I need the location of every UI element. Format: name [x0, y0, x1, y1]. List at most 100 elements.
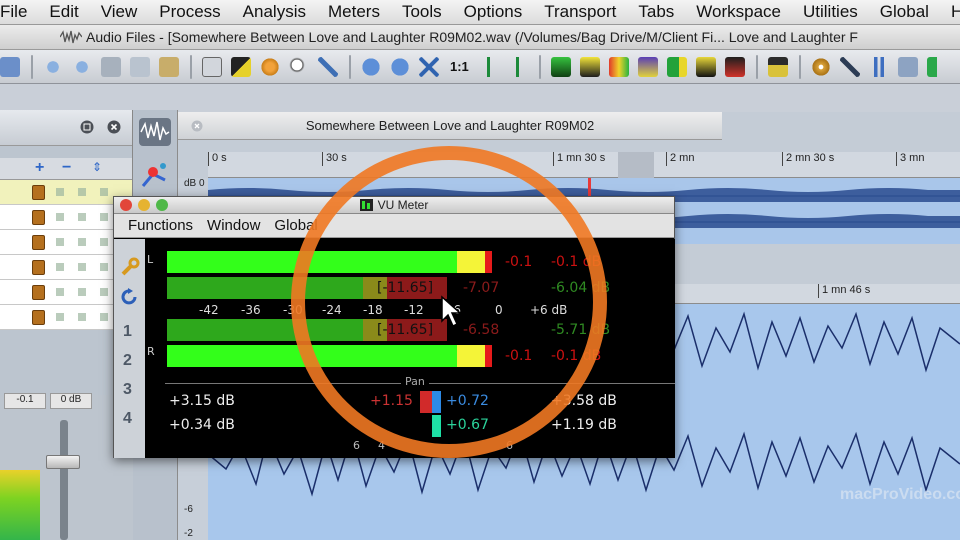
menu-utilities[interactable]: Utilities — [803, 2, 858, 22]
pan-scale-tick: 4 — [378, 439, 385, 452]
pencil-icon[interactable] — [318, 56, 338, 77]
row2-pan-right: +0.67 — [446, 417, 489, 433]
cd-icon[interactable] — [810, 56, 831, 77]
menu-workspace[interactable]: Workspace — [696, 2, 781, 22]
copy-files-icon[interactable] — [0, 56, 20, 77]
menu-view[interactable]: View — [101, 2, 138, 22]
menu-transport[interactable]: Transport — [544, 2, 616, 22]
level-meter-icon[interactable] — [666, 56, 687, 77]
vu-meter-title-bar[interactable]: VU Meter — [114, 197, 674, 214]
spectrum-icon[interactable] — [550, 56, 571, 77]
toolbar-separator — [538, 54, 541, 79]
zoom-tool-icon[interactable] — [289, 56, 309, 77]
redo-icon[interactable] — [72, 56, 92, 77]
vu-menu-window[interactable]: Window — [207, 217, 260, 234]
right-peak-value: -0.1 — [505, 348, 533, 364]
color-picker-icon[interactable] — [231, 56, 251, 77]
left-rms-bar — [167, 277, 363, 299]
ratio-button[interactable]: 1:1 — [450, 59, 469, 74]
menu-edit[interactable]: Edit — [49, 2, 78, 22]
close-icon[interactable] — [107, 120, 121, 134]
back-arrow-icon[interactable] — [361, 56, 381, 77]
plugin-chain-icon[interactable] — [767, 56, 788, 77]
spectrogram-icon[interactable] — [637, 56, 658, 77]
row1-left-db: +3.15 dB — [169, 393, 235, 409]
left-rms-bracket: [-11.65] — [377, 280, 434, 296]
scale-tick: -30 — [283, 303, 303, 317]
forward-arrow-icon[interactable] — [390, 56, 410, 77]
cut-icon[interactable] — [101, 56, 121, 77]
vu-menu-functions[interactable]: Functions — [128, 217, 193, 234]
ruler-tick: 1 mn 30 s — [553, 152, 605, 166]
minimize-button[interactable] — [138, 199, 150, 211]
reset-icon[interactable] — [120, 287, 140, 307]
pan-label: Pan — [401, 375, 429, 388]
time-ruler[interactable]: 0 s 30 s 1 mn 30 s 2 mn 2 mn 30 s 3 mn — [208, 152, 960, 178]
scale-tick: +6 dB — [530, 303, 568, 317]
meter-icon[interactable] — [579, 56, 600, 77]
preset-1[interactable]: 1 — [123, 323, 132, 341]
menu-analysis[interactable]: Analysis — [243, 2, 306, 22]
preset-4[interactable]: 4 — [123, 410, 132, 428]
pan-scale-tick: 6 — [353, 439, 360, 452]
ruler-tick: 3 mn — [896, 152, 924, 166]
vu-meter-body: L R -0.1 -0.1 dB [-11.65] -7.07 -6.04 dB… — [145, 239, 675, 458]
vu-menu-global[interactable]: Global — [274, 217, 317, 234]
text-cursor-icon[interactable] — [202, 56, 222, 77]
pan-scale-tick: 6 — [506, 439, 513, 452]
undo-icon[interactable] — [43, 56, 63, 77]
disc-icon[interactable] — [260, 56, 280, 77]
close-button[interactable] — [120, 199, 132, 211]
ruler-tick: 2 mn 30 s — [782, 152, 834, 166]
close-icon[interactable] — [191, 120, 203, 132]
split-up-icon[interactable] — [478, 56, 499, 77]
preset-3[interactable]: 3 — [123, 381, 132, 399]
db-label: -6 — [184, 504, 193, 515]
wrench-icon[interactable] — [120, 257, 140, 277]
sort-icon[interactable]: ⇕ — [92, 160, 102, 174]
menu-global[interactable]: Global — [880, 2, 929, 22]
file-box-icon — [32, 260, 45, 275]
pause-icon[interactable] — [868, 56, 889, 77]
menu-tabs[interactable]: Tabs — [638, 2, 674, 22]
cross-icon[interactable] — [419, 56, 439, 77]
fullscreen-icon[interactable] — [80, 120, 94, 134]
play-icon[interactable] — [926, 56, 947, 77]
fader-value-left[interactable]: -0.1 — [4, 393, 46, 409]
spectral-tool-icon[interactable] — [139, 160, 171, 190]
file-box-icon — [32, 185, 45, 200]
remove-icon[interactable]: − — [62, 159, 71, 177]
fader-value-right[interactable]: 0 dB — [50, 393, 92, 409]
waveform-view-icon[interactable] — [139, 118, 171, 146]
vu-meter-window: VU Meter Functions Window Global 1 2 3 4… — [113, 196, 675, 458]
toolbar-separator — [349, 54, 351, 79]
menu-options[interactable]: Options — [464, 2, 523, 22]
menu-meters[interactable]: Meters — [328, 2, 380, 22]
preset-2[interactable]: 2 — [123, 352, 132, 370]
copy-icon[interactable] — [130, 56, 150, 77]
wrench-icon[interactable] — [839, 56, 860, 77]
fader-track — [60, 420, 68, 540]
row1-right-db: +3.58 dB — [551, 393, 617, 409]
vu-meter-title: VU Meter — [377, 198, 429, 212]
fader-knob[interactable] — [46, 455, 80, 469]
menu-process[interactable]: Process — [159, 2, 220, 22]
bit-meter-icon[interactable] — [695, 56, 716, 77]
level-meter — [0, 470, 40, 540]
pan-indicator-blue — [432, 391, 441, 413]
file-box-icon — [32, 210, 45, 225]
loudness-icon[interactable] — [724, 56, 745, 77]
db-label: -2 — [184, 528, 193, 539]
waveform-icon — [60, 30, 82, 44]
waveform-window-title: Somewhere Between Love and Laughter R09M… — [305, 118, 595, 133]
menu-help[interactable]: Help — [951, 2, 960, 22]
zoom-button[interactable] — [156, 199, 168, 211]
left-peak-db: -0.1 dB — [551, 254, 602, 270]
split-down-icon[interactable] — [507, 56, 528, 77]
phase-scope-icon[interactable] — [608, 56, 629, 77]
menu-file[interactable]: File — [0, 2, 27, 22]
menu-tools[interactable]: Tools — [402, 2, 442, 22]
paste-icon[interactable] — [159, 56, 179, 77]
loop-icon[interactable] — [897, 56, 918, 77]
add-icon[interactable]: + — [35, 159, 44, 177]
